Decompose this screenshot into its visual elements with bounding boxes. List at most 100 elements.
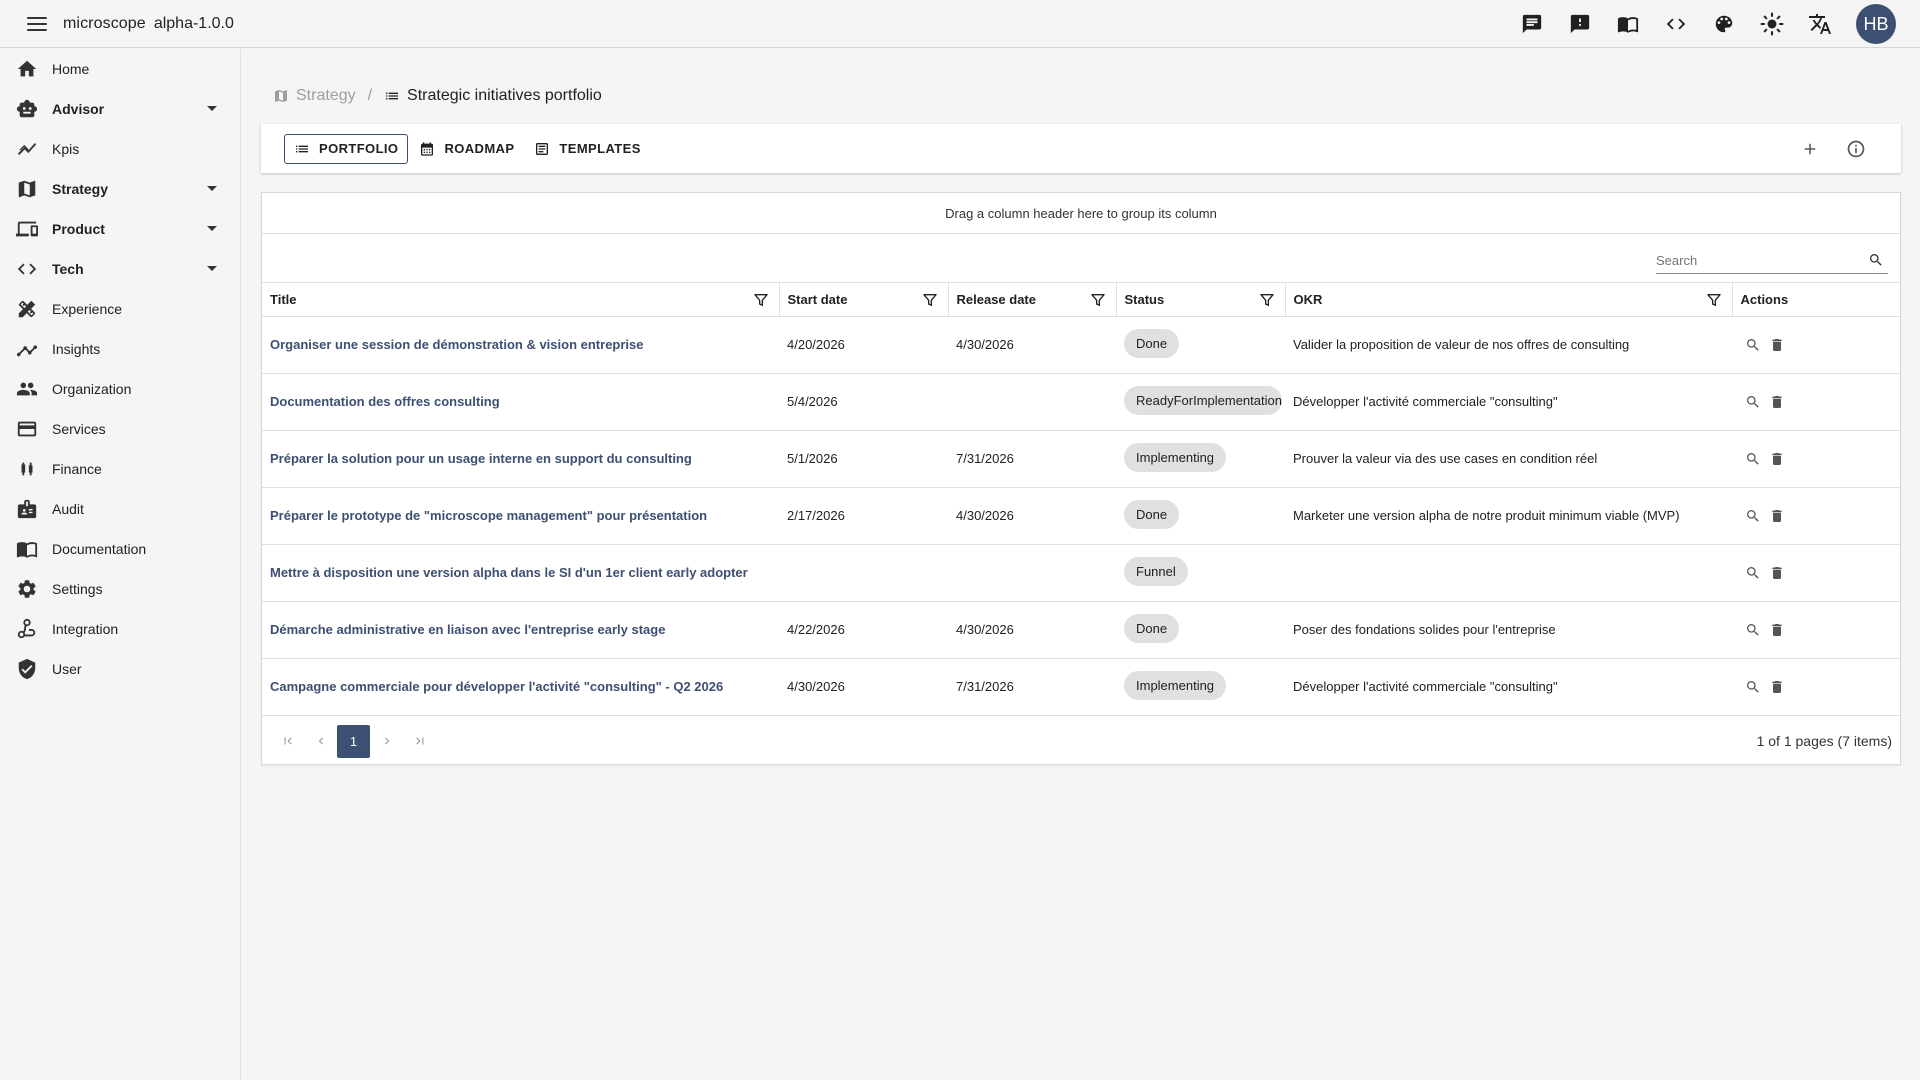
- sidebar-item-strategy[interactable]: Strategy: [0, 169, 240, 209]
- palette-icon[interactable]: [1700, 0, 1748, 48]
- title-cell[interactable]: Campagne commerciale pour développer l'a…: [262, 658, 779, 716]
- table-row[interactable]: Démarche administrative en liaison avec …: [262, 601, 1900, 659]
- chevron-down-icon[interactable]: [207, 266, 217, 271]
- filter-icon[interactable]: [1706, 292, 1722, 311]
- sidebar-item-product[interactable]: Product: [0, 209, 240, 249]
- sidebar-item-user[interactable]: User: [0, 649, 240, 689]
- breadcrumb-strategy[interactable]: Strategy: [273, 87, 356, 105]
- delete-icon[interactable]: [1766, 505, 1788, 527]
- group-panel[interactable]: Drag a column header here to group its c…: [262, 193, 1900, 234]
- view-icon[interactable]: [1742, 676, 1764, 698]
- delete-icon[interactable]: [1766, 334, 1788, 356]
- filter-icon[interactable]: [1259, 292, 1275, 311]
- sidebar-item-finance[interactable]: Finance: [0, 449, 240, 489]
- column-header-release-date[interactable]: Release date: [948, 283, 1117, 317]
- delete-icon[interactable]: [1766, 391, 1788, 413]
- actions-cell: [1732, 658, 1900, 716]
- info-icon[interactable]: [1833, 125, 1879, 173]
- view-icon[interactable]: [1742, 391, 1764, 413]
- sidebar-item-label: Organization: [52, 381, 132, 397]
- view-icon[interactable]: [1742, 448, 1764, 470]
- okr-cell: Prouver la valeur via des use cases en c…: [1285, 430, 1732, 488]
- sidebar-item-advisor[interactable]: Advisor: [0, 89, 240, 129]
- sidebar-item-kpis[interactable]: Kpis: [0, 129, 240, 169]
- last-page-icon[interactable]: [403, 725, 436, 758]
- view-icon[interactable]: [1742, 562, 1764, 584]
- code-icon[interactable]: [1652, 0, 1700, 48]
- table-row[interactable]: Mettre à disposition une version alpha d…: [262, 544, 1900, 602]
- tab-portfolio[interactable]: PORTFOLIO: [284, 133, 409, 164]
- avatar[interactable]: HB: [1856, 4, 1896, 44]
- filter-icon[interactable]: [753, 292, 769, 311]
- view-icon[interactable]: [1742, 334, 1764, 356]
- status-cell: Funnel: [1116, 544, 1285, 602]
- page-number-button[interactable]: 1: [337, 724, 370, 758]
- search-input[interactable]: [1656, 248, 1856, 272]
- table-row[interactable]: Campagne commerciale pour développer l'a…: [262, 658, 1900, 716]
- sidebar-item-organization[interactable]: Organization: [0, 369, 240, 409]
- list-icon: [386, 92, 399, 100]
- feedback-icon[interactable]: [1556, 0, 1604, 48]
- tab-templates[interactable]: TEMPLATES: [525, 134, 649, 164]
- title-cell[interactable]: Démarche administrative en liaison avec …: [262, 601, 779, 659]
- chevron-down-icon[interactable]: [207, 106, 217, 111]
- column-header-status[interactable]: Status: [1116, 283, 1286, 317]
- column-header-okr[interactable]: OKR: [1285, 283, 1733, 317]
- sidebar-item-experience[interactable]: Experience: [0, 289, 240, 329]
- okr-cell: Valider la proposition de valeur de nos …: [1285, 316, 1732, 374]
- breadcrumb-separator: /: [367, 87, 373, 104]
- first-page-icon[interactable]: [271, 725, 304, 758]
- sidebar-item-integration[interactable]: Integration: [0, 609, 240, 649]
- column-header-label: Status: [1124, 291, 1165, 307]
- title-cell[interactable]: Préparer le prototype de "microscope man…: [262, 487, 779, 545]
- title-cell[interactable]: Mettre à disposition une version alpha d…: [262, 544, 779, 602]
- status-badge: Implementing: [1124, 442, 1227, 472]
- column-header-label: Release date: [956, 291, 1037, 307]
- sidebar-item-label: Experience: [52, 301, 123, 317]
- delete-icon[interactable]: [1766, 562, 1788, 584]
- column-header-label: Title: [270, 291, 297, 307]
- add-icon[interactable]: [1787, 125, 1833, 173]
- table-row[interactable]: Organiser une session de démonstration &…: [262, 316, 1900, 374]
- status-cell: Implementing: [1116, 658, 1285, 716]
- title-cell[interactable]: Documentation des offres consulting: [262, 373, 779, 431]
- translate-icon[interactable]: [1796, 0, 1844, 48]
- sidebar-item-tech[interactable]: Tech: [0, 249, 240, 289]
- prev-page-icon[interactable]: [304, 725, 337, 758]
- filter-icon[interactable]: [1090, 292, 1106, 311]
- sidebar-item-label: Insights: [52, 341, 101, 357]
- filter-icon[interactable]: [922, 292, 938, 311]
- sidebar-item-documentation[interactable]: Documentation: [0, 529, 240, 569]
- title-cell[interactable]: Préparer la solution pour un usage inter…: [262, 430, 779, 488]
- status-badge: Done: [1124, 328, 1180, 358]
- sidebar-item-home[interactable]: Home: [0, 49, 240, 89]
- search-icon[interactable]: [1868, 252, 1884, 273]
- column-header-start-date[interactable]: Start date: [779, 283, 949, 317]
- sidebar-item-insights[interactable]: Insights: [0, 329, 240, 369]
- view-icon[interactable]: [1742, 505, 1764, 527]
- docs-book-icon[interactable]: [1604, 0, 1652, 48]
- chat-icon[interactable]: [1508, 0, 1556, 48]
- delete-icon[interactable]: [1766, 619, 1788, 641]
- delete-icon[interactable]: [1766, 676, 1788, 698]
- delete-icon[interactable]: [1766, 448, 1788, 470]
- table-row[interactable]: Documentation des offres consulting 5/4/2…: [262, 373, 1900, 431]
- sidebar-item-label: Home: [52, 61, 90, 77]
- table-row[interactable]: Préparer la solution pour un usage inter…: [262, 430, 1900, 488]
- brightness-icon[interactable]: [1748, 0, 1796, 48]
- chevron-down-icon[interactable]: [207, 186, 217, 191]
- title-cell[interactable]: Organiser une session de démonstration &…: [262, 316, 779, 374]
- column-header-title[interactable]: Title: [262, 283, 780, 317]
- tab-roadmap[interactable]: ROADMAP: [410, 134, 523, 164]
- chevron-down-icon[interactable]: [207, 226, 217, 231]
- sidebar-item-services[interactable]: Services: [0, 409, 240, 449]
- menu-icon[interactable]: [27, 16, 47, 31]
- okr-cell: Développer l'activité commerciale "consu…: [1285, 373, 1732, 431]
- next-page-icon[interactable]: [370, 725, 403, 758]
- table-row[interactable]: Préparer le prototype de "microscope man…: [262, 487, 1900, 545]
- sidebar-item-audit[interactable]: Audit: [0, 489, 240, 529]
- view-icon[interactable]: [1742, 619, 1764, 641]
- sidebar-item-settings[interactable]: Settings: [0, 569, 240, 609]
- status-badge: Done: [1124, 499, 1180, 529]
- main-content: Strategy / Strategic initiatives portfol…: [241, 49, 1920, 1080]
